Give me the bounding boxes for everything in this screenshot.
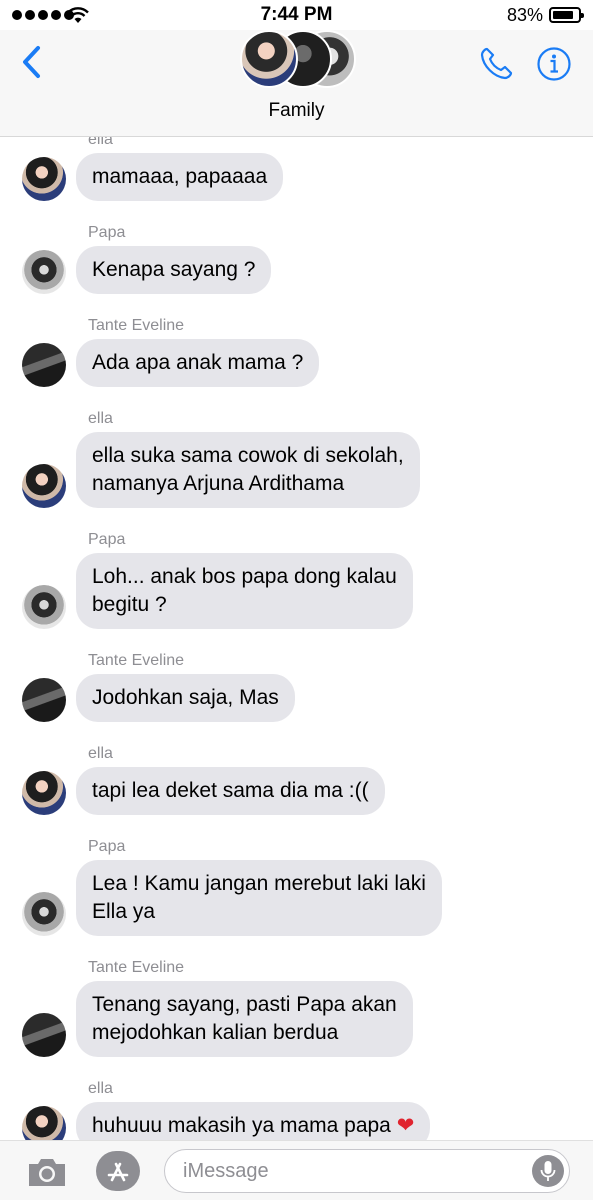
message-text: huhuuu makasih ya mama papa xyxy=(92,1114,391,1137)
message-text: Tenang sayang, pasti Papa akan xyxy=(92,993,397,1016)
message-bubble[interactable]: Jodohkan saja, Mas xyxy=(76,674,295,722)
message-text: begitu ? xyxy=(92,593,167,616)
message-text-line: namanya Arjuna Ardithama xyxy=(92,470,404,498)
message-bubble[interactable]: mamaaa, papaaaa xyxy=(76,153,284,201)
sender-avatar[interactable] xyxy=(22,1013,66,1057)
message-text: ella suka sama cowok di sekolah, xyxy=(92,444,404,467)
status-bar: 7:44 PM 83% xyxy=(0,0,593,30)
message-text-line: Jodohkan saja, Mas xyxy=(92,684,279,712)
message-text-line: Ella ya xyxy=(92,898,426,926)
message-text-line: Tenang sayang, pasti Papa akan xyxy=(92,991,397,1019)
conversation-header: Family xyxy=(0,30,593,137)
sender-avatar[interactable] xyxy=(22,585,66,629)
status-time: 7:44 PM xyxy=(260,4,333,25)
message-bubble[interactable]: ella suka sama cowok di sekolah, namanya … xyxy=(76,432,420,508)
message-bubble[interactable]: huhuuu makasih ya mama papa ❤ xyxy=(76,1102,431,1140)
message-text: Loh... anak bos papa dong kalau xyxy=(92,565,397,588)
message-bubble[interactable]: Lea ! Kamu jangan merebut laki laki Ella … xyxy=(76,860,442,936)
message-text: Lea ! Kamu jangan merebut laki laki xyxy=(92,872,426,895)
sender-name: Tante Eveline xyxy=(88,317,185,334)
message-bubble[interactable]: Ada apa anak mama ? xyxy=(76,339,320,387)
message-text-line: Ada apa anak mama ? xyxy=(92,349,303,377)
camera-icon[interactable] xyxy=(26,1155,68,1189)
message-text: Ada apa anak mama ? xyxy=(92,351,304,374)
sender-name: ella xyxy=(88,410,113,427)
message-bubble[interactable]: Kenapa sayang ? xyxy=(76,246,272,294)
message-text: namanya Arjuna Ardithama xyxy=(92,472,345,495)
sender-name: ella xyxy=(88,137,113,148)
group-avatar-stack[interactable] xyxy=(240,30,360,90)
sender-avatar[interactable] xyxy=(22,250,66,294)
sender-name: ella xyxy=(88,1080,113,1097)
back-chevron-icon[interactable] xyxy=(16,42,50,82)
sender-avatar[interactable] xyxy=(22,464,66,508)
message-bubble[interactable]: Loh... anak bos papa dong kalau begitu ? xyxy=(76,553,413,629)
message-thread[interactable]: ella mamaaa, papaaaa Papa Kenapa sayang ? Ta… xyxy=(0,137,593,1140)
battery-fill xyxy=(553,11,573,19)
info-icon[interactable] xyxy=(536,46,572,82)
sender-name: ella xyxy=(88,745,113,762)
message-text-line: Kenapa sayang ? xyxy=(92,256,255,284)
message-text: tapi lea deket sama dia ma :(( xyxy=(92,779,369,802)
battery-percentage: 83% xyxy=(506,5,543,25)
message-text-line: ella suka sama cowok di sekolah, xyxy=(92,442,404,470)
compose-bar xyxy=(0,1140,593,1200)
message-text-line: Loh... anak bos papa dong kalau xyxy=(92,563,397,591)
sender-name: Papa xyxy=(88,531,126,548)
message-text-line: mamaaa, papaaaa xyxy=(92,163,267,191)
sender-name: Papa xyxy=(88,838,126,855)
sender-avatar[interactable] xyxy=(22,892,66,936)
microphone-icon[interactable] xyxy=(532,1155,564,1187)
sender-name: Papa xyxy=(88,224,126,241)
message-text: Ella ya xyxy=(92,900,156,923)
message-text-line: huhuuu makasih ya mama papa ❤ xyxy=(92,1112,414,1140)
message-bubble[interactable]: tapi lea deket sama dia ma :(( xyxy=(76,767,385,815)
app-store-icon[interactable] xyxy=(96,1151,140,1191)
group-name[interactable]: Family xyxy=(0,100,593,122)
red-heart-icon: ❤ xyxy=(396,1114,415,1137)
sender-avatar[interactable] xyxy=(22,1106,66,1140)
message-text: mejodohkan kalian berdua xyxy=(92,1021,339,1044)
battery-icon xyxy=(549,7,584,23)
message-text: mamaaa, papaaaa xyxy=(92,165,268,188)
message-text-line: Lea ! Kamu jangan merebut laki laki xyxy=(92,870,426,898)
message-text-line: tapi lea deket sama dia ma :(( xyxy=(92,777,369,805)
message-text-line: mejodohkan kalian berdua xyxy=(92,1019,397,1047)
message-text: Kenapa sayang ? xyxy=(92,258,256,281)
message-text-line: begitu ? xyxy=(92,591,397,619)
message-text: Jodohkan saja, Mas xyxy=(92,686,279,709)
message-bubble[interactable]: Tenang sayang, pasti Papa akan mejodohkan… xyxy=(76,981,413,1057)
imessage-input[interactable] xyxy=(164,1149,570,1193)
sender-name: Tante Eveline xyxy=(88,652,185,669)
sender-avatar[interactable] xyxy=(22,771,66,815)
sender-avatar[interactable] xyxy=(22,157,66,201)
member-avatar xyxy=(240,30,298,88)
sender-name: Tante Eveline xyxy=(88,959,185,976)
sender-avatar[interactable] xyxy=(22,343,66,387)
phone-icon[interactable] xyxy=(478,44,516,82)
sender-avatar[interactable] xyxy=(22,678,66,722)
